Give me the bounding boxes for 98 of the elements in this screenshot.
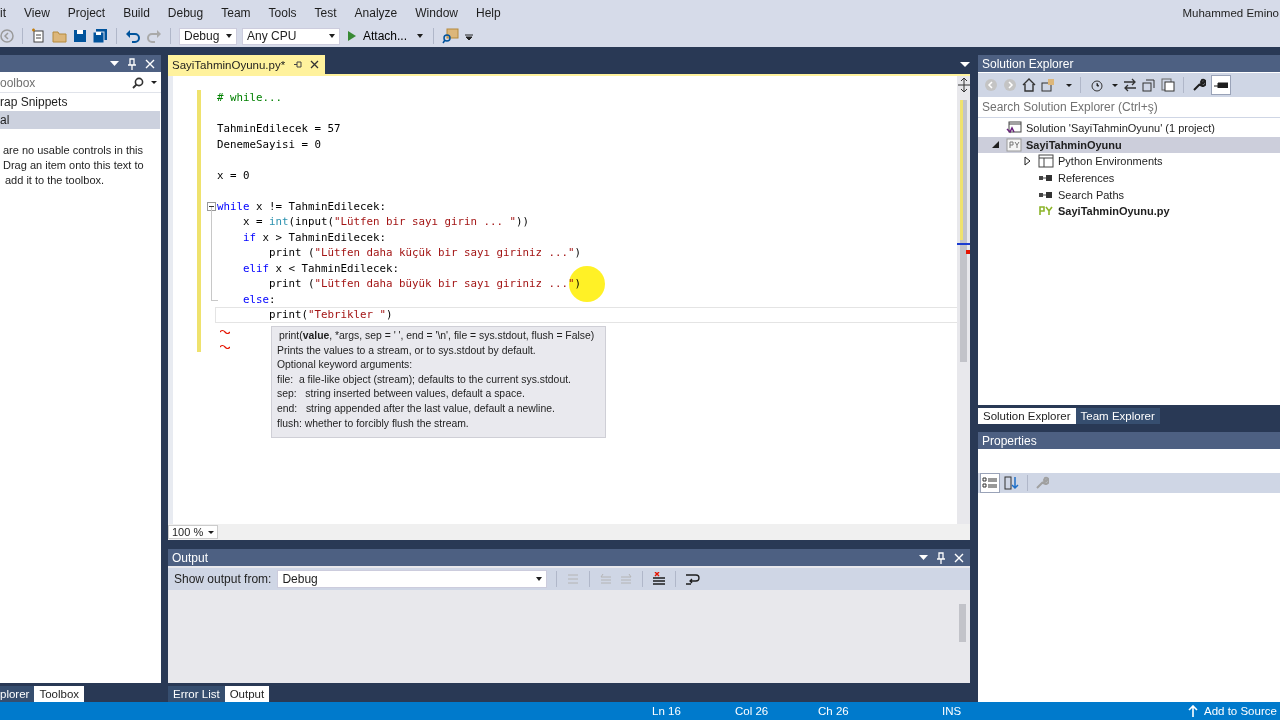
search-icon[interactable] [132,76,144,89]
tree-item[interactable]: SayiTahminOyunu.py [988,202,1280,220]
switch-views-icon[interactable] [1041,78,1057,92]
panel-tab[interactable]: Team Explorer [1075,408,1160,424]
panel-tab[interactable]: plorer [0,686,35,702]
panel-tab[interactable]: Output [224,686,270,702]
show-all-files-icon[interactable] [1161,78,1175,92]
code-line: else: [242,292,276,306]
collapse-all-icon[interactable] [1142,78,1156,92]
zoom-dropdown[interactable]: 100 % [168,525,218,539]
close-icon[interactable] [310,60,320,69]
window-grid-icon [1038,154,1054,169]
python-project-icon [1006,137,1022,152]
preview-button[interactable] [1211,75,1231,95]
save-all-icon[interactable] [92,28,108,44]
tooltip-text: flush: whether to forcibly flush the stream. [277,416,470,431]
menu-item[interactable]: Test [304,5,345,20]
collapsed-icon[interactable] [1023,156,1031,167]
tooltip-text: Optional keyword arguments: [277,358,414,373]
categorized-button[interactable] [980,473,1000,493]
undo-icon[interactable] [125,28,141,44]
code-line: while x != TahminEdilecek: [217,199,387,213]
platform-dropdown[interactable]: Any CPU [242,27,340,45]
column-number: Col 26 [735,705,770,717]
preview-icon [1214,82,1228,88]
user-name[interactable]: Muhammed Emino [1182,6,1280,19]
search-field[interactable]: Search Solution Explorer (Ctrl+ş) [982,100,1276,114]
upload-icon[interactable] [1188,705,1198,717]
output-source-dropdown[interactable]: Debug [277,570,548,588]
panel-title: Output [172,550,209,565]
wrench-icon[interactable] [1192,78,1206,92]
split-icon[interactable] [957,78,970,92]
output-source-label: Show output from: [174,572,272,586]
tree-item[interactable]: Python Environments [988,153,1280,170]
dropdown-icon[interactable] [110,60,119,67]
toolbox-group[interactable]: rap Snippets [0,93,161,111]
menu-item[interactable]: Project [57,5,114,20]
clear-all-icon[interactable] [652,572,667,586]
menu-item[interactable]: Team [211,5,259,20]
character-number: Ch 26 [818,705,850,717]
tree-item[interactable]: Solution 'SayiTahminOyunu' (1 project) [988,120,1280,137]
code-line: elif x < TahminEdilecek: [242,261,400,275]
configuration-dropdown[interactable]: Debug [179,27,237,45]
panel-tab[interactable]: Toolbox [34,686,85,702]
menu-item[interactable]: Window [405,5,466,20]
start-button[interactable]: Attach... [345,29,426,43]
tooltip-text: Prints the values to a stream, or to sys.stdout by default. [277,343,537,358]
menu-item[interactable]: it [0,5,14,20]
code-line: # while... [217,91,282,104]
code-line: if x > TahminEdilecek: [242,230,387,244]
menu-item[interactable]: Help [466,5,509,20]
empty-toolbox-message: are no usable controls in this Drag an item onto this text to add it to the toolbox. [2,143,145,188]
home-icon[interactable] [1022,78,1036,92]
menu-item[interactable]: Tools [258,5,305,20]
tab-list-icon[interactable] [960,62,970,68]
save-icon[interactable] [73,29,87,43]
menu-item[interactable]: Analyze [344,5,406,20]
play-icon [347,30,357,42]
source-control-button[interactable]: Add to Source [1204,705,1280,717]
menu-item[interactable]: Debug [157,5,212,20]
tree-item[interactable]: References [988,169,1280,187]
tooltip-text: sep: string inserted between values, default a space. [277,387,526,402]
dropdown-icon[interactable] [919,554,928,561]
code-line: TahminEdilecek = 57 [217,122,341,135]
collapse-icon[interactable] [207,201,216,211]
code-line: x = int(input("Lütfen bir sayı girin ... ")) [242,215,530,228]
code-line: x = 0 [217,168,250,182]
tree-item[interactable]: SayiTahminOyunu [978,136,1280,154]
tree-item[interactable]: Search Paths [988,186,1280,203]
find-in-files-icon[interactable] [442,28,461,44]
insert-mode: INS [942,705,963,717]
list-icon [982,476,998,490]
panel-title: Properties [982,433,1037,448]
code-line: print ("Lütfen daha küçük bir sayı giriniz ...") [268,246,582,259]
line-number: Ln 16 [652,705,682,717]
menu-item[interactable]: Build [113,5,158,20]
sync-icon[interactable] [1123,78,1137,92]
sort-alphabetical-icon[interactable] [1004,476,1020,490]
tooltip-text: end: string appended after the last value, default a newline. [277,401,556,416]
panel-title: Solution Explorer [982,56,1074,71]
expanded-icon[interactable] [991,141,999,149]
search-field[interactable]: oolbox [0,75,129,90]
vertical-scrollbar[interactable] [957,76,970,524]
toolbox-group[interactable]: al [0,111,160,129]
solution-icon [1006,121,1022,136]
pin-icon[interactable] [293,60,303,69]
panel-tab[interactable]: Error List [168,686,225,702]
tooltip-text: file: a file-like object (stream); defaults to the current sys.stdout. [277,372,572,387]
document-tab[interactable]: SayiTahminOyunu.py* [168,55,326,74]
code-line: DenemeSayisi = 0 [217,137,321,151]
overflow-icon[interactable] [465,31,474,41]
panel-tab[interactable]: Solution Explorer [978,408,1076,424]
word-wrap-icon[interactable] [685,572,702,586]
function-signature: print(value, *args, sep = ' ', end = '\n', file = sys.stdout, flush = False) [278,329,596,343]
pending-changes-icon[interactable] [1089,78,1103,92]
new-project-icon[interactable] [31,28,47,44]
menu-item[interactable]: View [14,5,58,20]
code-line: print("Tebrikler ") [268,308,393,321]
